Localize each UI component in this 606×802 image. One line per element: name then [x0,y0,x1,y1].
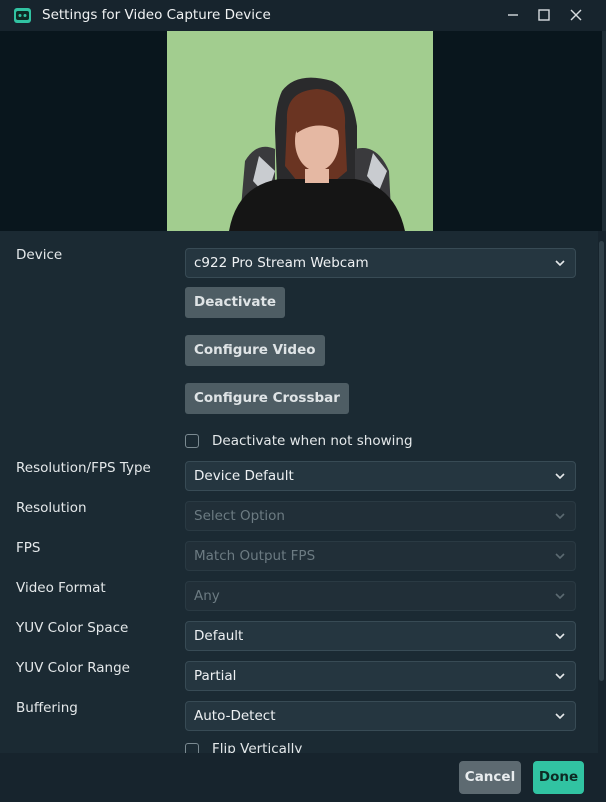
resolution-fps-type-select[interactable]: Device Default [185,461,576,491]
yuv-color-range-value: Partial [194,668,237,684]
video-format-select[interactable]: Any [185,581,576,611]
resolution-label: Resolution [16,500,87,516]
deactivate-when-not-showing-checkbox[interactable] [185,434,199,448]
yuv-color-range-select[interactable]: Partial [185,661,576,691]
chevron-down-icon [555,673,565,680]
settings-scrollbar[interactable] [598,231,606,753]
settings-panel: Device c922 Pro Stream Webcam Deactivate… [0,231,598,753]
resolution-select[interactable]: Select Option [185,501,576,531]
chevron-down-icon [555,473,565,480]
flip-vertically-label: Flip Vertically [212,741,303,753]
configure-crossbar-button[interactable]: Configure Crossbar [185,383,349,414]
device-value: c922 Pro Stream Webcam [194,255,369,271]
maximize-icon[interactable] [533,5,555,25]
video-format-label: Video Format [16,580,106,596]
scrollbar-thumb[interactable] [599,241,604,681]
deactivate-button[interactable]: Deactivate [185,287,286,318]
app-icon [14,8,31,23]
chevron-down-icon [555,513,565,520]
webcam-preview-image [167,31,433,231]
resolution-fps-type-label: Resolution/FPS Type [16,460,151,476]
fps-select[interactable]: Match Output FPS [185,541,576,571]
yuv-color-space-label: YUV Color Space [16,620,129,636]
dialog-footer: Cancel Done [0,753,606,802]
video-format-value: Any [194,588,220,604]
device-label: Device [16,247,63,263]
buffering-value: Auto-Detect [194,708,276,724]
minimize-icon[interactable] [502,5,524,25]
chevron-down-icon [555,713,565,720]
chevron-down-icon [555,633,565,640]
preview-edge [602,31,606,231]
fps-label: FPS [16,540,41,556]
yuv-color-space-select[interactable]: Default [185,621,576,651]
title-bar: Settings for Video Capture Device [0,0,606,31]
resolution-fps-type-value: Device Default [194,468,294,484]
done-button[interactable]: Done [533,761,584,794]
cancel-button[interactable]: Cancel [459,761,521,794]
window-title: Settings for Video Capture Device [42,7,271,23]
close-icon[interactable] [565,5,587,25]
chevron-down-icon [555,593,565,600]
device-select[interactable]: c922 Pro Stream Webcam [185,248,576,278]
flip-vertically-checkbox[interactable] [185,743,199,753]
buffering-label: Buffering [16,700,78,716]
source-preview [0,31,606,231]
configure-video-button[interactable]: Configure Video [185,335,325,366]
yuv-color-range-label: YUV Color Range [16,660,130,676]
yuv-color-space-value: Default [194,628,244,644]
chevron-down-icon [555,260,565,267]
chevron-down-icon [555,553,565,560]
fps-value: Match Output FPS [194,548,316,564]
resolution-value: Select Option [194,508,285,524]
buffering-select[interactable]: Auto-Detect [185,701,576,731]
deactivate-when-not-showing-label: Deactivate when not showing [212,433,413,449]
